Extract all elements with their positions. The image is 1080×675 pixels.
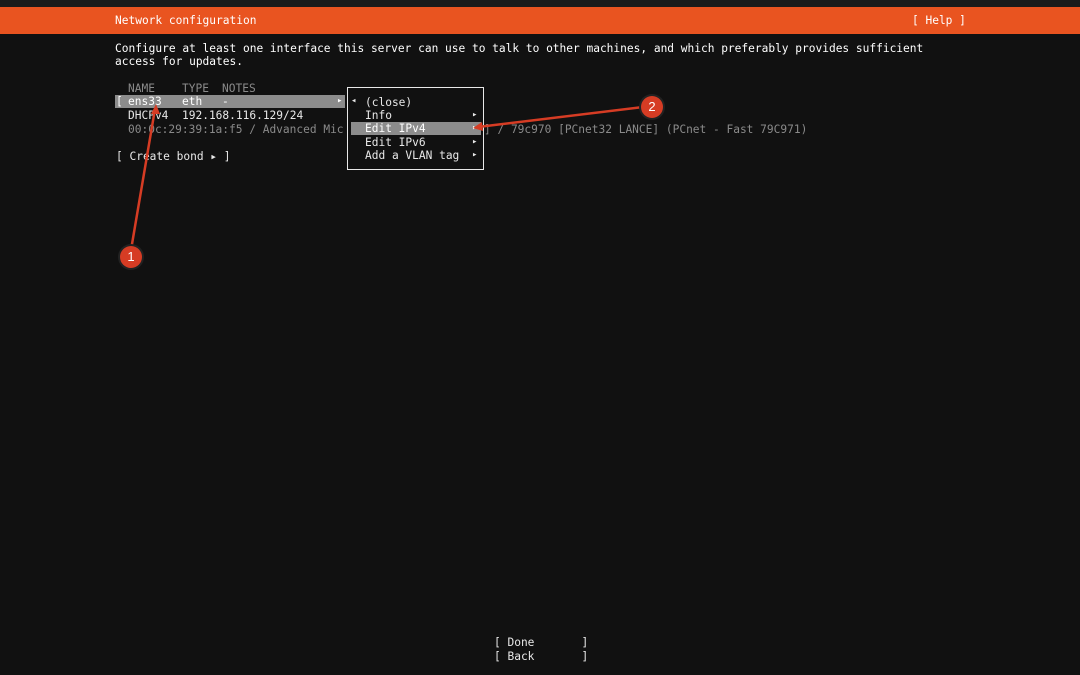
annotation-arrow-2 <box>476 105 645 129</box>
annotation-arrows <box>129 104 645 252</box>
annotation-arrow-2-head <box>473 122 483 131</box>
annotation-arrow-1-head <box>151 104 160 114</box>
annotation-badge-1: 1 <box>120 246 142 268</box>
annotation-arrow-1 <box>129 107 157 252</box>
annotation-badge-2: 2 <box>641 96 663 118</box>
